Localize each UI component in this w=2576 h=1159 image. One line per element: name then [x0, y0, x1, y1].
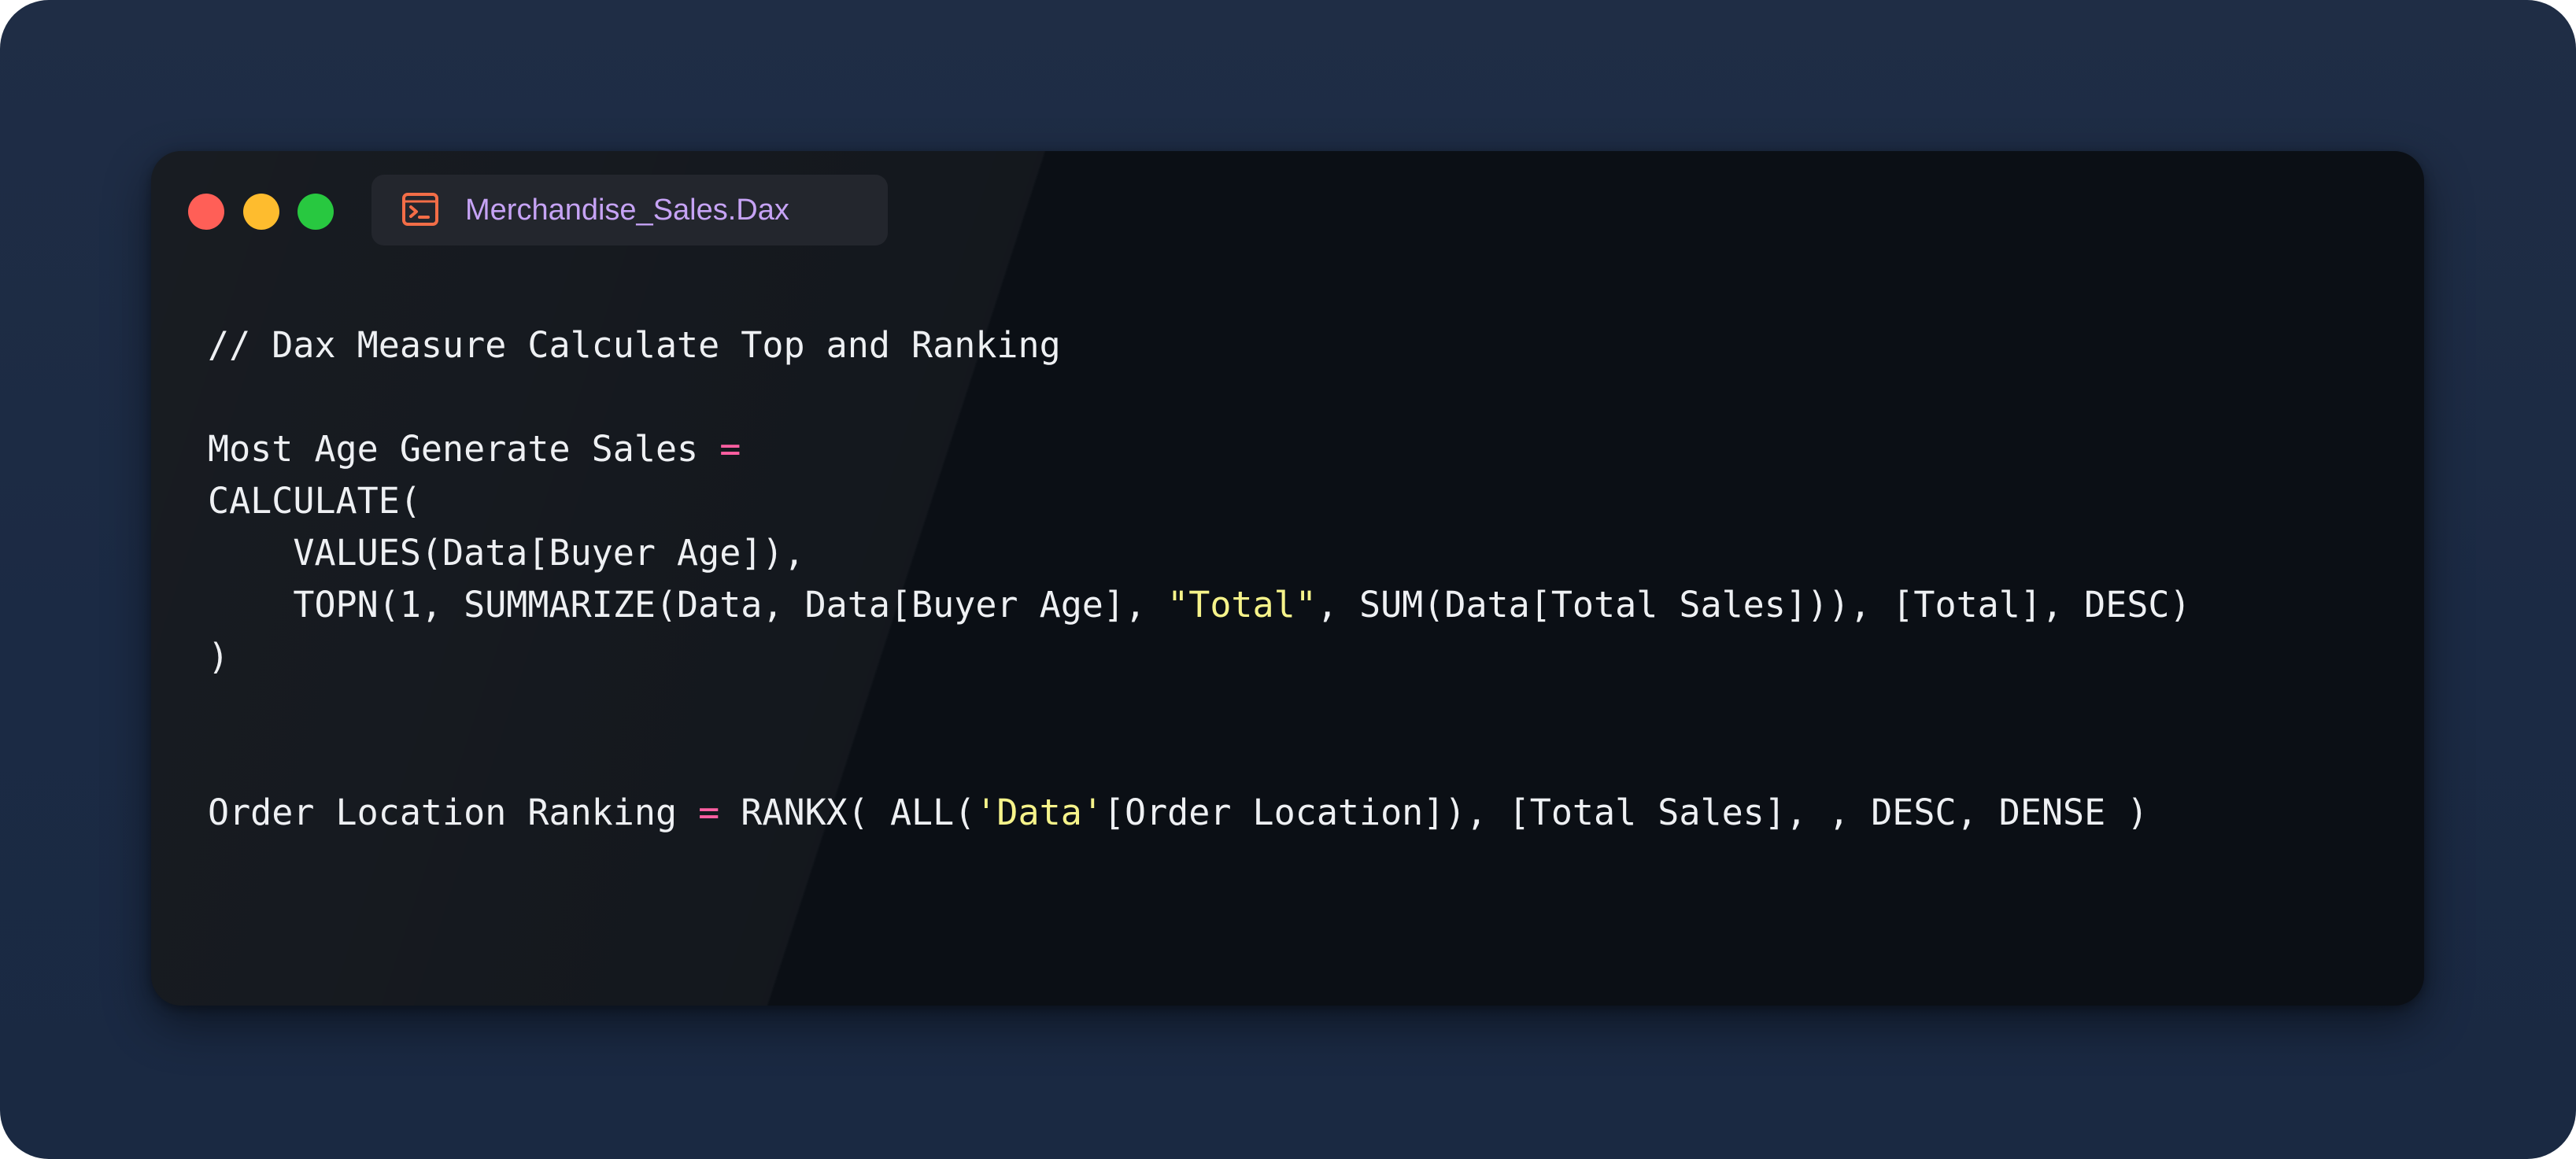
code-line-values: VALUES(Data[Buyer Age]),	[208, 527, 2396, 579]
page-background: Merchandise_Sales.Dax // Dax Measure Cal…	[0, 0, 2576, 1159]
code-line-topn: TOPN(1, SUMMARIZE(Data, Data[Buyer Age],…	[208, 579, 2396, 631]
title-bar: Merchandise_Sales.Dax	[151, 151, 2424, 277]
measure2-post-text: [Order Location]), [Total Sales], , DESC…	[1103, 792, 2149, 833]
close-paren: )	[208, 636, 230, 677]
terminal-icon	[402, 193, 438, 226]
code-window: Merchandise_Sales.Dax // Dax Measure Cal…	[151, 151, 2424, 1006]
measure1-equals: =	[719, 428, 741, 470]
measure1-name: Most Age Generate Sales	[208, 428, 720, 470]
close-button[interactable]	[188, 194, 224, 230]
maximize-button[interactable]	[298, 194, 334, 230]
topn-pre-text: TOPN(1, SUMMARIZE(Data, Data[Buyer Age],	[208, 584, 1168, 626]
measure2-name: Order Location Ranking	[208, 792, 699, 833]
file-tab[interactable]: Merchandise_Sales.Dax	[371, 175, 888, 245]
code-line-calculate: CALCULATE(	[208, 475, 2396, 527]
measure2-string: 'Data'	[975, 792, 1103, 833]
measure2-equals: =	[698, 792, 720, 833]
code-editor[interactable]: // Dax Measure Calculate Top and Ranking…	[208, 319, 2396, 839]
code-line-close: )	[208, 631, 2396, 683]
topn-string: "Total"	[1167, 584, 1317, 626]
minimize-button[interactable]	[243, 194, 279, 230]
calculate-text: CALCULATE(	[208, 480, 421, 522]
code-line-measure2: Order Location Ranking = RANKX( ALL('Dat…	[208, 787, 2396, 839]
measure2-pre-text: RANKX( ALL(	[719, 792, 976, 833]
file-tab-label: Merchandise_Sales.Dax	[465, 194, 789, 227]
topn-post-text: , SUM(Data[Total Sales])), [Total], DESC…	[1316, 584, 2191, 626]
code-line-comment: // Dax Measure Calculate Top and Ranking	[208, 319, 2396, 371]
comment-text: // Dax Measure Calculate Top and Ranking	[208, 324, 1061, 366]
values-text: VALUES(Data[Buyer Age]),	[208, 532, 805, 574]
code-line-measure1: Most Age Generate Sales =	[208, 423, 2396, 475]
